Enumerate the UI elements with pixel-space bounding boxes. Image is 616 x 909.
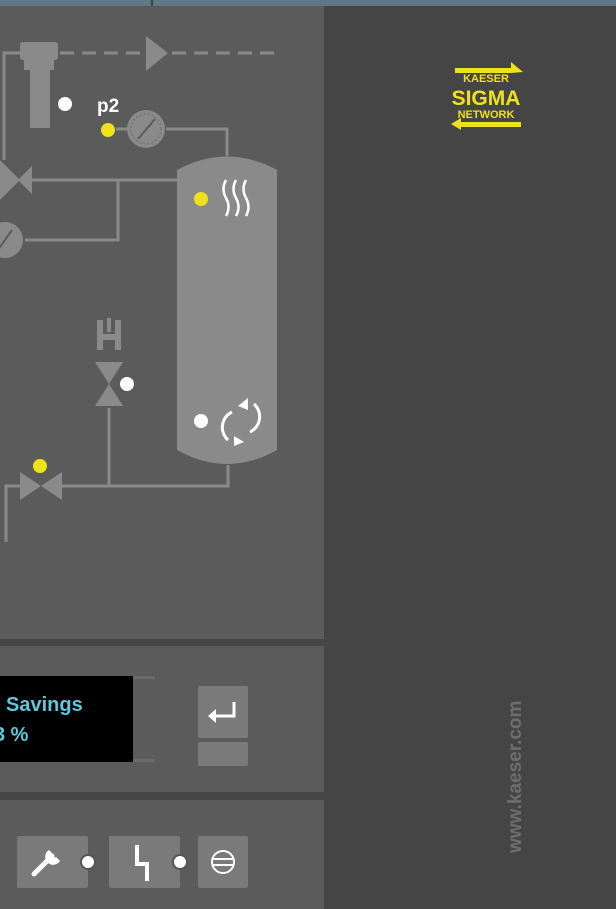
lcd-line-2: 3 % — [0, 724, 29, 746]
logo-text-mid: SIGMA — [452, 87, 521, 110]
website-text: www.kaeser.com — [505, 701, 526, 854]
enter-button[interactable] — [198, 686, 248, 738]
p2-line — [166, 127, 229, 156]
load-idle-button[interactable] — [198, 836, 248, 888]
drain-valve-icon — [95, 318, 123, 406]
fault-led — [172, 854, 188, 870]
load-idle-icon — [211, 850, 235, 874]
filter-branch-line — [2, 51, 24, 160]
valve-icon — [20, 472, 62, 500]
p2-status-led — [101, 123, 115, 137]
left-arrow-icon — [18, 166, 32, 194]
filter-status-led — [58, 97, 72, 111]
kaeser-sigma-network-logo: KAESER SIGMA NETWORK — [451, 62, 523, 130]
pressure-gauge-2-icon — [0, 220, 25, 260]
logo-text-bottom: NETWORK — [458, 109, 515, 121]
drain-outlet-line — [4, 484, 20, 542]
lcd-line-1: Savings — [6, 694, 83, 716]
drain-line — [60, 465, 230, 488]
drain-status-led — [120, 377, 134, 391]
circulation-status-led — [194, 414, 208, 428]
wrench-icon — [31, 850, 60, 877]
flow-arrow-icon — [146, 36, 168, 71]
gauge-loop-line — [24, 180, 120, 242]
pressure-p2-label: p2 — [97, 96, 120, 117]
valve-status-led — [33, 459, 47, 473]
lcd-display: Savings 3 % — [0, 676, 133, 762]
pressure-gauge-icon — [127, 110, 165, 148]
lcd-frame — [133, 676, 155, 762]
lightning-fault-icon — [135, 845, 149, 881]
service-led — [80, 854, 96, 870]
enter-button-lower[interactable] — [198, 742, 248, 766]
filter-icon — [20, 42, 58, 128]
heater-status-led — [194, 192, 208, 206]
enter-return-icon — [208, 702, 236, 723]
fault-button[interactable] — [109, 836, 180, 888]
service-button[interactable] — [17, 836, 88, 888]
website-url: www.kaeser.com — [505, 701, 526, 854]
logo-text-top: KAESER — [463, 73, 509, 85]
left-valve-icon — [0, 160, 20, 200]
